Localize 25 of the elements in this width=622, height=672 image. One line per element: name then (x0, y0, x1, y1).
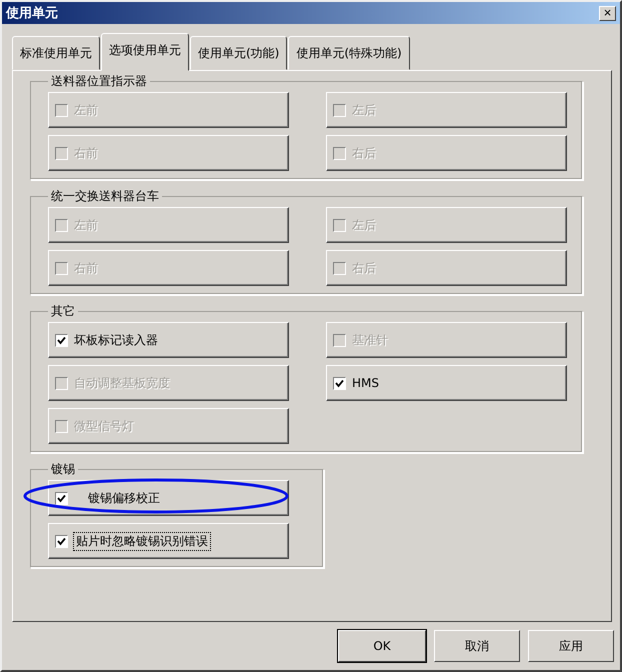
tab[interactable]: 标准使用单元 (12, 36, 100, 70)
checkbox-button[interactable]: 贴片时忽略镀锡识别错误 (48, 523, 289, 559)
checkbox-button[interactable]: 镀锡偏移校正 (48, 480, 289, 516)
checkbox[interactable] (55, 334, 68, 346)
checkbox-label: 贴片时忽略镀锡识别错误 (74, 532, 210, 550)
checkbox[interactable] (55, 534, 68, 548)
checkbox[interactable] (55, 492, 68, 504)
checkbox[interactable] (333, 376, 346, 390)
window-title: 使用单元 (6, 5, 58, 22)
checkbox-button[interactable]: 坏板标记读入器 (48, 322, 289, 358)
group-title: 统一交换送料器台车 (50, 188, 160, 205)
close-button[interactable]: × (599, 6, 616, 20)
group-title: 送料器位置指示器 (50, 73, 148, 90)
checkbox-label: 镀锡偏移校正 (88, 490, 160, 506)
checkbox-label: HMS (352, 376, 379, 390)
dialog-button[interactable]: 取消 (434, 630, 520, 662)
tab[interactable]: 使用单元(功能) (190, 36, 288, 70)
group-title: 镀锡 (50, 461, 76, 478)
checkbox-label: 坏板标记读入器 (74, 332, 158, 348)
checkbox-button[interactable]: HMS (326, 365, 567, 401)
group-title: 其它 (50, 303, 76, 320)
tab[interactable]: 选项使用单元 (101, 33, 189, 71)
dialog-button[interactable]: 应用 (528, 630, 614, 662)
tab[interactable]: 使用单元(特殊功能) (288, 36, 410, 70)
dialog-button[interactable]: OK (338, 630, 426, 662)
